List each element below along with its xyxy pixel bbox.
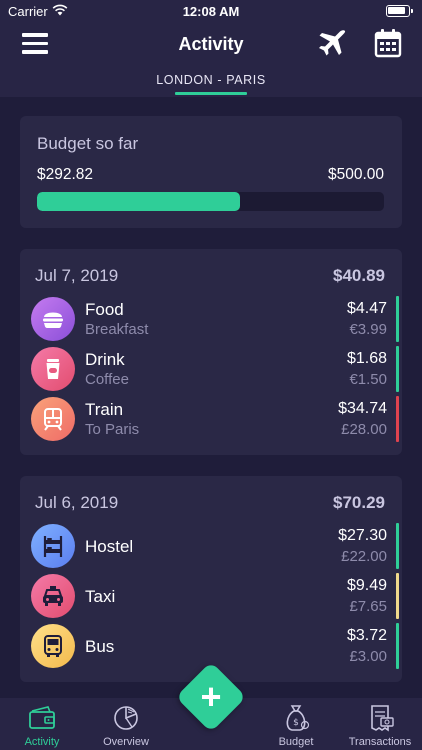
tab-budget-label: Budget	[278, 736, 314, 748]
receipt-icon	[371, 705, 394, 732]
transaction-note: Breakfast	[85, 321, 149, 338]
trip-tab-indicator	[175, 92, 247, 95]
tab-overview[interactable]: Overview	[96, 698, 156, 750]
tab-transactions-label: Transactions	[348, 736, 412, 748]
transaction-local-amount: €1.50	[349, 371, 387, 388]
day-total: $40.89	[333, 266, 385, 285]
plus-icon[interactable]: +	[186, 672, 236, 722]
transaction-amount: $3.72	[346, 627, 387, 644]
transaction-row[interactable]: Hostel $27.30 £22.00	[20, 522, 402, 572]
transaction-note: Coffee	[85, 371, 129, 388]
transaction-amount: $9.49	[346, 577, 387, 594]
transaction-row[interactable]: Food Breakfast $4.47 €3.99	[20, 295, 402, 345]
transaction-local-amount: £7.65	[349, 598, 387, 615]
status-bar-indicator	[396, 623, 399, 669]
budget-total: $500.00	[327, 166, 384, 183]
transaction-category: Bus	[85, 637, 115, 656]
money-bag-icon: $	[286, 705, 310, 731]
transaction-amount: $27.30	[338, 527, 387, 544]
transaction-category: Drink	[85, 350, 125, 369]
burger-icon	[31, 297, 75, 341]
transaction-local-amount: £28.00	[341, 421, 387, 438]
tab-activity[interactable]: Activity	[12, 698, 72, 750]
coffee-cup-icon	[31, 347, 75, 391]
pie-chart-icon	[114, 706, 138, 730]
nav-bar: Activity LONDON - PARIS	[0, 22, 422, 97]
bus-icon	[31, 624, 75, 668]
status-bar-indicator	[396, 346, 399, 392]
transaction-amount: $34.74	[338, 400, 387, 417]
taxi-icon	[31, 574, 75, 618]
transaction-category: Taxi	[85, 587, 116, 606]
tab-activity-label: Activity	[24, 736, 60, 748]
transaction-category: Hostel	[85, 537, 134, 556]
airplane-icon[interactable]	[316, 28, 348, 60]
wallet-icon	[29, 706, 55, 729]
budget-progress-bar	[37, 192, 384, 211]
transaction-amount: $1.68	[346, 350, 387, 367]
page-title: Activity	[178, 34, 244, 54]
battery-icon	[386, 5, 413, 17]
trip-tab[interactable]: LONDON - PARIS	[0, 73, 422, 87]
transaction-row[interactable]: Train To Paris $34.74 £28.00	[20, 395, 402, 445]
transaction-note: To Paris	[85, 421, 140, 438]
svg-text:$: $	[293, 718, 299, 728]
transaction-local-amount: £3.00	[349, 648, 387, 665]
tab-budget[interactable]: $ Budget	[266, 698, 326, 750]
transaction-amount: $4.47	[346, 300, 387, 317]
day-date: Jul 7, 2019	[35, 266, 119, 285]
status-bar: Carrier 12:08 AM	[0, 0, 422, 22]
tab-transactions[interactable]: Transactions	[340, 698, 420, 750]
tab-overview-label: Overview	[103, 736, 149, 748]
calendar-icon[interactable]	[374, 28, 402, 58]
day-date: Jul 6, 2019	[35, 493, 119, 512]
day-card: Jul 7, 2019 $40.89 Food Breakfast $4.47 …	[20, 249, 402, 455]
clock: 12:08 AM	[182, 4, 240, 19]
day-card: Jul 6, 2019 $70.29 Hostel $27.30 £22.00 …	[20, 476, 402, 682]
budget-progress-fill	[37, 192, 241, 211]
transaction-local-amount: £22.00	[341, 548, 387, 565]
budget-title: Budget so far	[37, 134, 139, 153]
status-bar-indicator	[396, 523, 399, 569]
status-bar-indicator	[396, 573, 399, 619]
train-icon	[31, 397, 75, 441]
budget-spent: $292.82	[37, 166, 94, 183]
day-total: $70.29	[333, 493, 385, 512]
status-bar-indicator	[396, 296, 399, 342]
budget-card[interactable]: Budget so far $292.82 $500.00	[20, 116, 402, 228]
transaction-local-amount: €3.99	[349, 321, 387, 338]
bunk-bed-icon	[31, 524, 75, 568]
transaction-row[interactable]: Drink Coffee $1.68 €1.50	[20, 345, 402, 395]
transaction-row[interactable]: Taxi $9.49 £7.65	[20, 572, 402, 622]
status-bar-indicator	[396, 396, 399, 442]
transaction-category: Train	[85, 400, 124, 419]
transaction-category: Food	[85, 300, 124, 319]
